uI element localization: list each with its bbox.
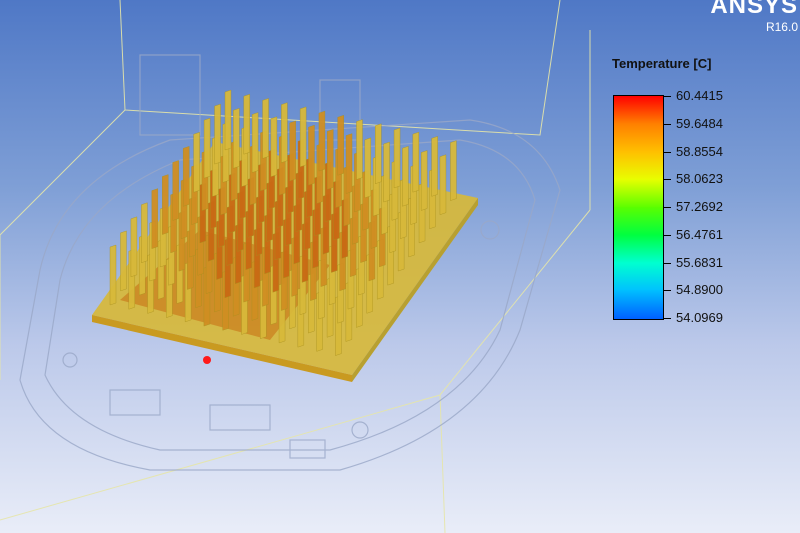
model-scene — [0, 0, 591, 533]
heat-sink-fin — [383, 141, 390, 203]
heat-sink-fin — [364, 137, 372, 199]
heat-sink-fin — [182, 146, 190, 207]
heat-sink-fin — [450, 140, 457, 201]
heat-sink-fin — [439, 154, 447, 215]
heat-sink-fin — [318, 110, 326, 172]
heat-sink-fin — [420, 150, 428, 211]
graphics-viewport[interactable]: ANSYS R16.0 Temperature [C] 60.4415 59.64… — [0, 0, 800, 533]
heat-sink-fin — [120, 230, 127, 292]
heat-sink-fin — [251, 112, 259, 173]
heat-sink-fin — [345, 133, 353, 194]
heat-sink-fin — [375, 123, 382, 185]
heat-sink-fin — [162, 174, 169, 235]
heat-sink-fin — [109, 244, 117, 306]
brand-version: R16.0 — [765, 20, 798, 34]
heat-sink-fin — [299, 106, 307, 168]
heat-sink-fin — [262, 98, 269, 159]
probe-point-marker[interactable] — [203, 356, 211, 364]
heat-sink-fin — [172, 160, 179, 221]
heat-sink-fin — [193, 131, 200, 193]
heat-sink-fin — [141, 202, 148, 264]
heat-sink-fin — [130, 216, 138, 278]
heat-sink-fin — [412, 131, 420, 193]
heat-sink-fin — [393, 127, 401, 189]
heat-sink-fin — [308, 124, 315, 186]
heat-sink-fin — [214, 103, 221, 165]
heat-sink-fin — [224, 89, 232, 151]
heat-sink-fin — [270, 116, 278, 178]
heat-sink-fin — [243, 93, 250, 155]
heat-sink-fin — [289, 120, 296, 182]
heat-sink-fin — [402, 145, 409, 207]
heat-sink-fin — [327, 129, 334, 190]
heat-sink-fin — [151, 188, 159, 249]
brand-name: ANSYS — [710, 0, 798, 19]
ansys-logo: ANSYS R16.0 — [710, 0, 798, 34]
heat-sink-fin — [431, 136, 438, 197]
heat-sink-fin — [281, 102, 288, 163]
heat-sink-fin — [337, 115, 344, 176]
heat-sink-fin — [356, 119, 363, 180]
heat-sink-fin — [203, 117, 211, 179]
heat-sink-fin — [233, 108, 240, 169]
